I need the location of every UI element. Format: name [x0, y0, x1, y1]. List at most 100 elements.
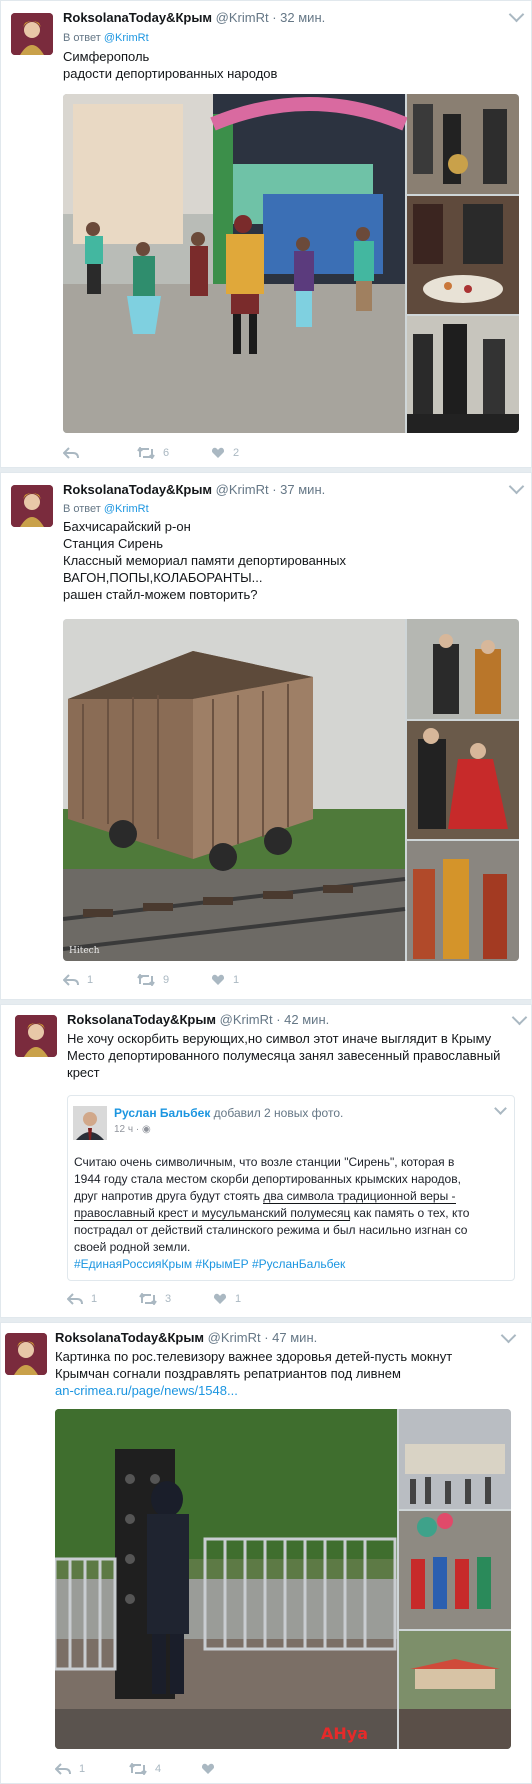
reply-icon	[63, 974, 79, 986]
retweet-button[interactable]: 4	[129, 1763, 161, 1775]
quote-dot: ·	[135, 1124, 140, 1135]
globe-icon: ◉	[142, 1124, 151, 1135]
quote-line: своей родной земли.	[74, 1240, 191, 1254]
like-button[interactable]	[201, 1763, 215, 1775]
reply-count: 1	[79, 1763, 86, 1775]
reply-button[interactable]	[63, 447, 79, 459]
retweet-count: 6	[163, 447, 170, 459]
reply-handle[interactable]: @KrimRt	[104, 32, 149, 44]
reply-button[interactable]: 1	[55, 1763, 85, 1775]
tweet-4[interactable]: RoksolanaToday&Крым @KrimRt · 47 мин. Ка…	[0, 1322, 532, 1784]
author-name[interactable]: RoksolanaToday&Крым	[63, 10, 212, 25]
quote-author[interactable]: Руслан Бальбек	[114, 1106, 210, 1120]
like-button[interactable]: 1	[211, 974, 239, 986]
reply-count: 1	[87, 974, 94, 986]
author-name[interactable]: RoksolanaToday&Крым	[63, 482, 212, 497]
tweet-text: Бахчисарайский р-он Станция Сирень Класс…	[63, 518, 346, 603]
quote-line: как память о тех, кто	[350, 1206, 470, 1220]
like-count: 1	[235, 1293, 242, 1305]
photo-grid[interactable]	[63, 94, 519, 433]
photo-main[interactable]: АНуа	[55, 1409, 511, 1749]
retweet-button[interactable]: 3	[139, 1293, 171, 1305]
avatar[interactable]	[11, 13, 53, 55]
tweet-time[interactable]: 32 мин.	[280, 10, 325, 25]
tweet-time[interactable]: 47 мин.	[272, 1330, 317, 1345]
tweet-link[interactable]: an-crimea.ru/page/news/1548...	[55, 1382, 452, 1399]
caret-down-icon[interactable]	[508, 478, 525, 495]
reply-count: 1	[91, 1293, 98, 1305]
like-icon	[213, 1293, 227, 1304]
like-button[interactable]: 1	[213, 1293, 241, 1305]
retweet-count: 9	[163, 974, 170, 986]
like-count: 2	[233, 447, 240, 459]
retweet-icon	[129, 1763, 147, 1775]
caret-down-icon[interactable]	[500, 1327, 517, 1344]
reply-handle[interactable]: @KrimRt	[104, 503, 149, 515]
caret-down-icon[interactable]	[508, 6, 525, 23]
reply-icon	[67, 1293, 83, 1305]
photo-grid[interactable]: Hitech	[63, 619, 519, 961]
like-icon	[201, 1763, 215, 1774]
author-handle[interactable]: @KrimRt	[208, 1330, 261, 1345]
retweet-icon	[139, 1293, 157, 1305]
author-handle[interactable]: @KrimRt	[216, 482, 269, 497]
tweet-line: Бахчисарайский р-он	[63, 519, 191, 534]
photo-grid[interactable]: АНуа	[55, 1409, 511, 1749]
retweet-icon	[137, 974, 155, 986]
quote-line: друг напротив друга будут стоять	[74, 1189, 264, 1203]
avatar[interactable]	[11, 485, 53, 527]
reply-icon	[55, 1763, 71, 1775]
tweet-line: крест	[67, 1065, 100, 1080]
photo-watermark: Hitech	[69, 946, 100, 956]
retweet-count: 3	[165, 1293, 172, 1305]
reply-label: В ответ	[63, 503, 101, 515]
quote-line: 1944 году стала местом скорби депортиров…	[74, 1172, 461, 1186]
tweet-text: Картинка по рос.телевизору важнее здоров…	[55, 1348, 452, 1399]
tweet-text: Симферополь радости депортированных наро…	[63, 48, 277, 82]
reply-icon	[63, 447, 79, 459]
tweet-time[interactable]: 42 мин.	[284, 1012, 329, 1027]
tweet-line: Не хочу оскорбить верующих,но символ это…	[67, 1031, 492, 1046]
quoted-post[interactable]: Руслан Бальбек добавил 2 новых фото. 12 …	[67, 1095, 515, 1281]
tweet-line: Симферополь	[63, 49, 150, 64]
tweet-line: ВАГОН,ПОПЫ,КОЛАБОРАНТЫ...	[63, 570, 263, 585]
tweet-line: Классный мемориал памяти депортированных	[63, 553, 347, 568]
like-button[interactable]: 2	[211, 447, 239, 459]
tweet-2[interactable]: RoksolanaToday&Крым @KrimRt · 37 мин. В …	[0, 472, 532, 1000]
photo-main[interactable]: Hitech	[63, 619, 519, 961]
tweet-line: Крымчан согнали поздравлять репатриантов…	[55, 1366, 401, 1381]
tweet-line: радости депортированных народов	[63, 66, 278, 81]
quote-line: Считаю очень символичным, что возле стан…	[74, 1155, 455, 1169]
reply-button[interactable]: 1	[63, 974, 93, 986]
avatar[interactable]	[15, 1015, 57, 1057]
tweet-time[interactable]: 37 мин.	[280, 482, 325, 497]
quote-time[interactable]: 12 ч	[114, 1124, 133, 1135]
caret-down-icon[interactable]	[511, 1009, 528, 1026]
author-name[interactable]: RoksolanaToday&Крым	[55, 1330, 204, 1345]
tweet-line: Место депортированного полумесяца занял …	[67, 1048, 501, 1063]
quote-line-underlined: два символа традиционной веры -	[263, 1189, 456, 1204]
reply-button[interactable]: 1	[67, 1293, 97, 1305]
like-icon	[211, 447, 225, 458]
quote-hashtags[interactable]: #ЕдинаяРоссияКрым #КрымЕР #РусланБальбек	[74, 1256, 469, 1273]
caret-down-icon[interactable]	[494, 1102, 507, 1115]
retweet-button[interactable]: 6	[137, 447, 169, 459]
author-handle[interactable]: @KrimRt	[216, 10, 269, 25]
tweet-line: рашен стайл-можем повторить?	[63, 587, 258, 602]
author-name[interactable]: RoksolanaToday&Крым	[67, 1012, 216, 1027]
tweet-line: Картинка по рос.телевизору важнее здоров…	[55, 1349, 453, 1364]
tweet-3[interactable]: RoksolanaToday&Крым @KrimRt · 42 мин. Не…	[0, 1004, 532, 1318]
quote-avatar[interactable]	[73, 1106, 107, 1140]
quote-added-text: добавил 2 новых фото.	[213, 1106, 344, 1120]
photo-watermark: АНуа	[321, 1724, 368, 1743]
quote-line: пострадал от действий сталинского режима…	[74, 1223, 468, 1237]
photo-main[interactable]	[63, 94, 519, 433]
tweet-1[interactable]: RoksolanaToday&Крым @KrimRt · 32 мин. В …	[0, 0, 532, 468]
retweet-button[interactable]: 9	[137, 974, 169, 986]
quote-line-underlined: православный крест и мусульманский полум…	[74, 1206, 351, 1221]
author-handle[interactable]: @KrimRt	[220, 1012, 273, 1027]
like-icon	[211, 974, 225, 985]
reply-label: В ответ	[63, 32, 101, 44]
retweet-icon	[137, 447, 155, 459]
avatar[interactable]	[5, 1333, 47, 1375]
